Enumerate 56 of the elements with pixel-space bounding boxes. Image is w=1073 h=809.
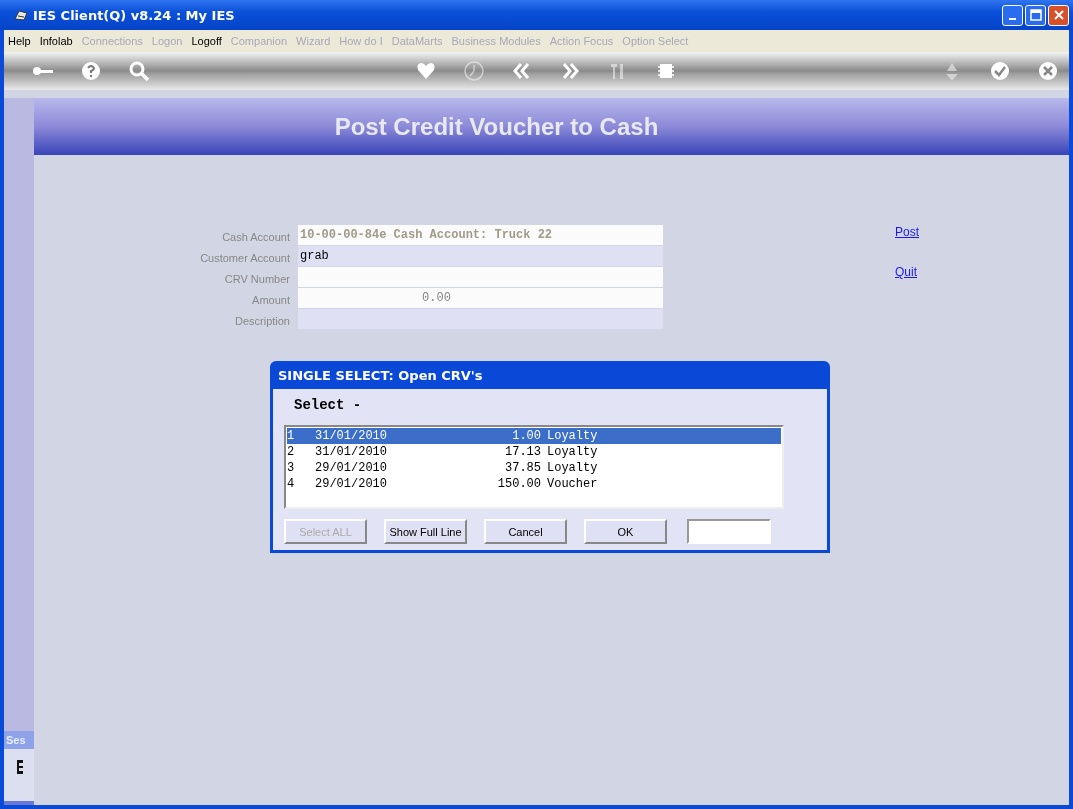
minimize-button[interactable] — [1002, 4, 1023, 26]
row-amount: 37.85 — [504, 460, 542, 476]
row-type: Voucher — [547, 476, 599, 492]
action-link[interactable]: Quit — [895, 265, 919, 279]
help-icon[interactable] — [80, 60, 102, 82]
action-link[interactable]: Post — [895, 225, 919, 239]
field-label: Amount — [251, 293, 291, 306]
row-number: 3 — [287, 460, 296, 476]
list-row[interactable]: 4 29/01/2010 150.00 Voucher — [287, 476, 781, 492]
close-icon — [1052, 9, 1065, 21]
row-date: 31/01/2010 — [315, 444, 388, 460]
close-button[interactable] — [1048, 4, 1069, 26]
input-field[interactable] — [298, 309, 663, 329]
search-icon[interactable] — [128, 60, 150, 82]
row-number: 1 — [287, 428, 296, 444]
menu-item[interactable]: Logoff — [191, 35, 222, 47]
panel-title: Ses — [4, 731, 34, 749]
dialog-button[interactable]: OK — [584, 519, 667, 544]
row-date: 31/01/2010 — [315, 428, 388, 444]
field-label: Description — [233, 314, 291, 327]
dialog-title: SINGLE SELECT: Open CRV's — [278, 367, 483, 383]
input-field[interactable]: grab — [298, 246, 663, 266]
row-date: 29/01/2010 — [315, 460, 388, 476]
row-type: Loyalty — [547, 460, 599, 476]
menu-item[interactable]: Infolab — [39, 35, 73, 47]
input-field[interactable] — [298, 267, 663, 287]
row-amount: 17.13 — [504, 444, 542, 460]
row-number: 4 — [287, 476, 296, 492]
window-title: IES Client(Q) v8.24 : My IES — [33, 7, 235, 23]
field-label: CRV Number — [223, 272, 291, 285]
row-type: Loyalty — [547, 428, 599, 444]
app-icon — [14, 9, 28, 21]
maximize-button[interactable] — [1025, 4, 1046, 26]
row-number: 2 — [287, 444, 296, 460]
list-row[interactable]: 2 31/01/2010 17.13 Loyalty — [287, 444, 781, 460]
row-type: Loyalty — [547, 444, 599, 460]
check-icon[interactable] — [989, 60, 1011, 82]
list-row[interactable]: 1 31/01/2010 1.00 Loyalty — [287, 428, 781, 444]
close-icon[interactable] — [1037, 60, 1059, 82]
maximize-icon — [1029, 9, 1042, 21]
row-date: 29/01/2010 — [315, 476, 388, 492]
minimize-icon — [1009, 17, 1016, 20]
document-icon — [16, 759, 24, 775]
list-row[interactable]: 3 29/01/2010 37.85 Loyalty — [287, 460, 781, 476]
row-amount: 150.00 — [496, 476, 542, 492]
input-field[interactable] — [687, 519, 771, 544]
row-amount: 1.00 — [511, 428, 542, 444]
prompt-label: Select - — [294, 397, 363, 413]
menu-item[interactable]: Help — [8, 35, 31, 47]
field-label: Cash Account — [221, 230, 291, 243]
input-field[interactable]: 10-00-00-84e Cash Account: Truck 22 — [298, 225, 663, 245]
dialog-button[interactable]: Cancel — [484, 519, 567, 544]
field-label: Customer Account — [199, 251, 291, 264]
page-title: Post Credit Voucher to Cash — [334, 112, 659, 141]
input-field[interactable]: 0.00 — [298, 288, 663, 308]
dialog-button[interactable]: Show Full Line — [384, 519, 467, 544]
